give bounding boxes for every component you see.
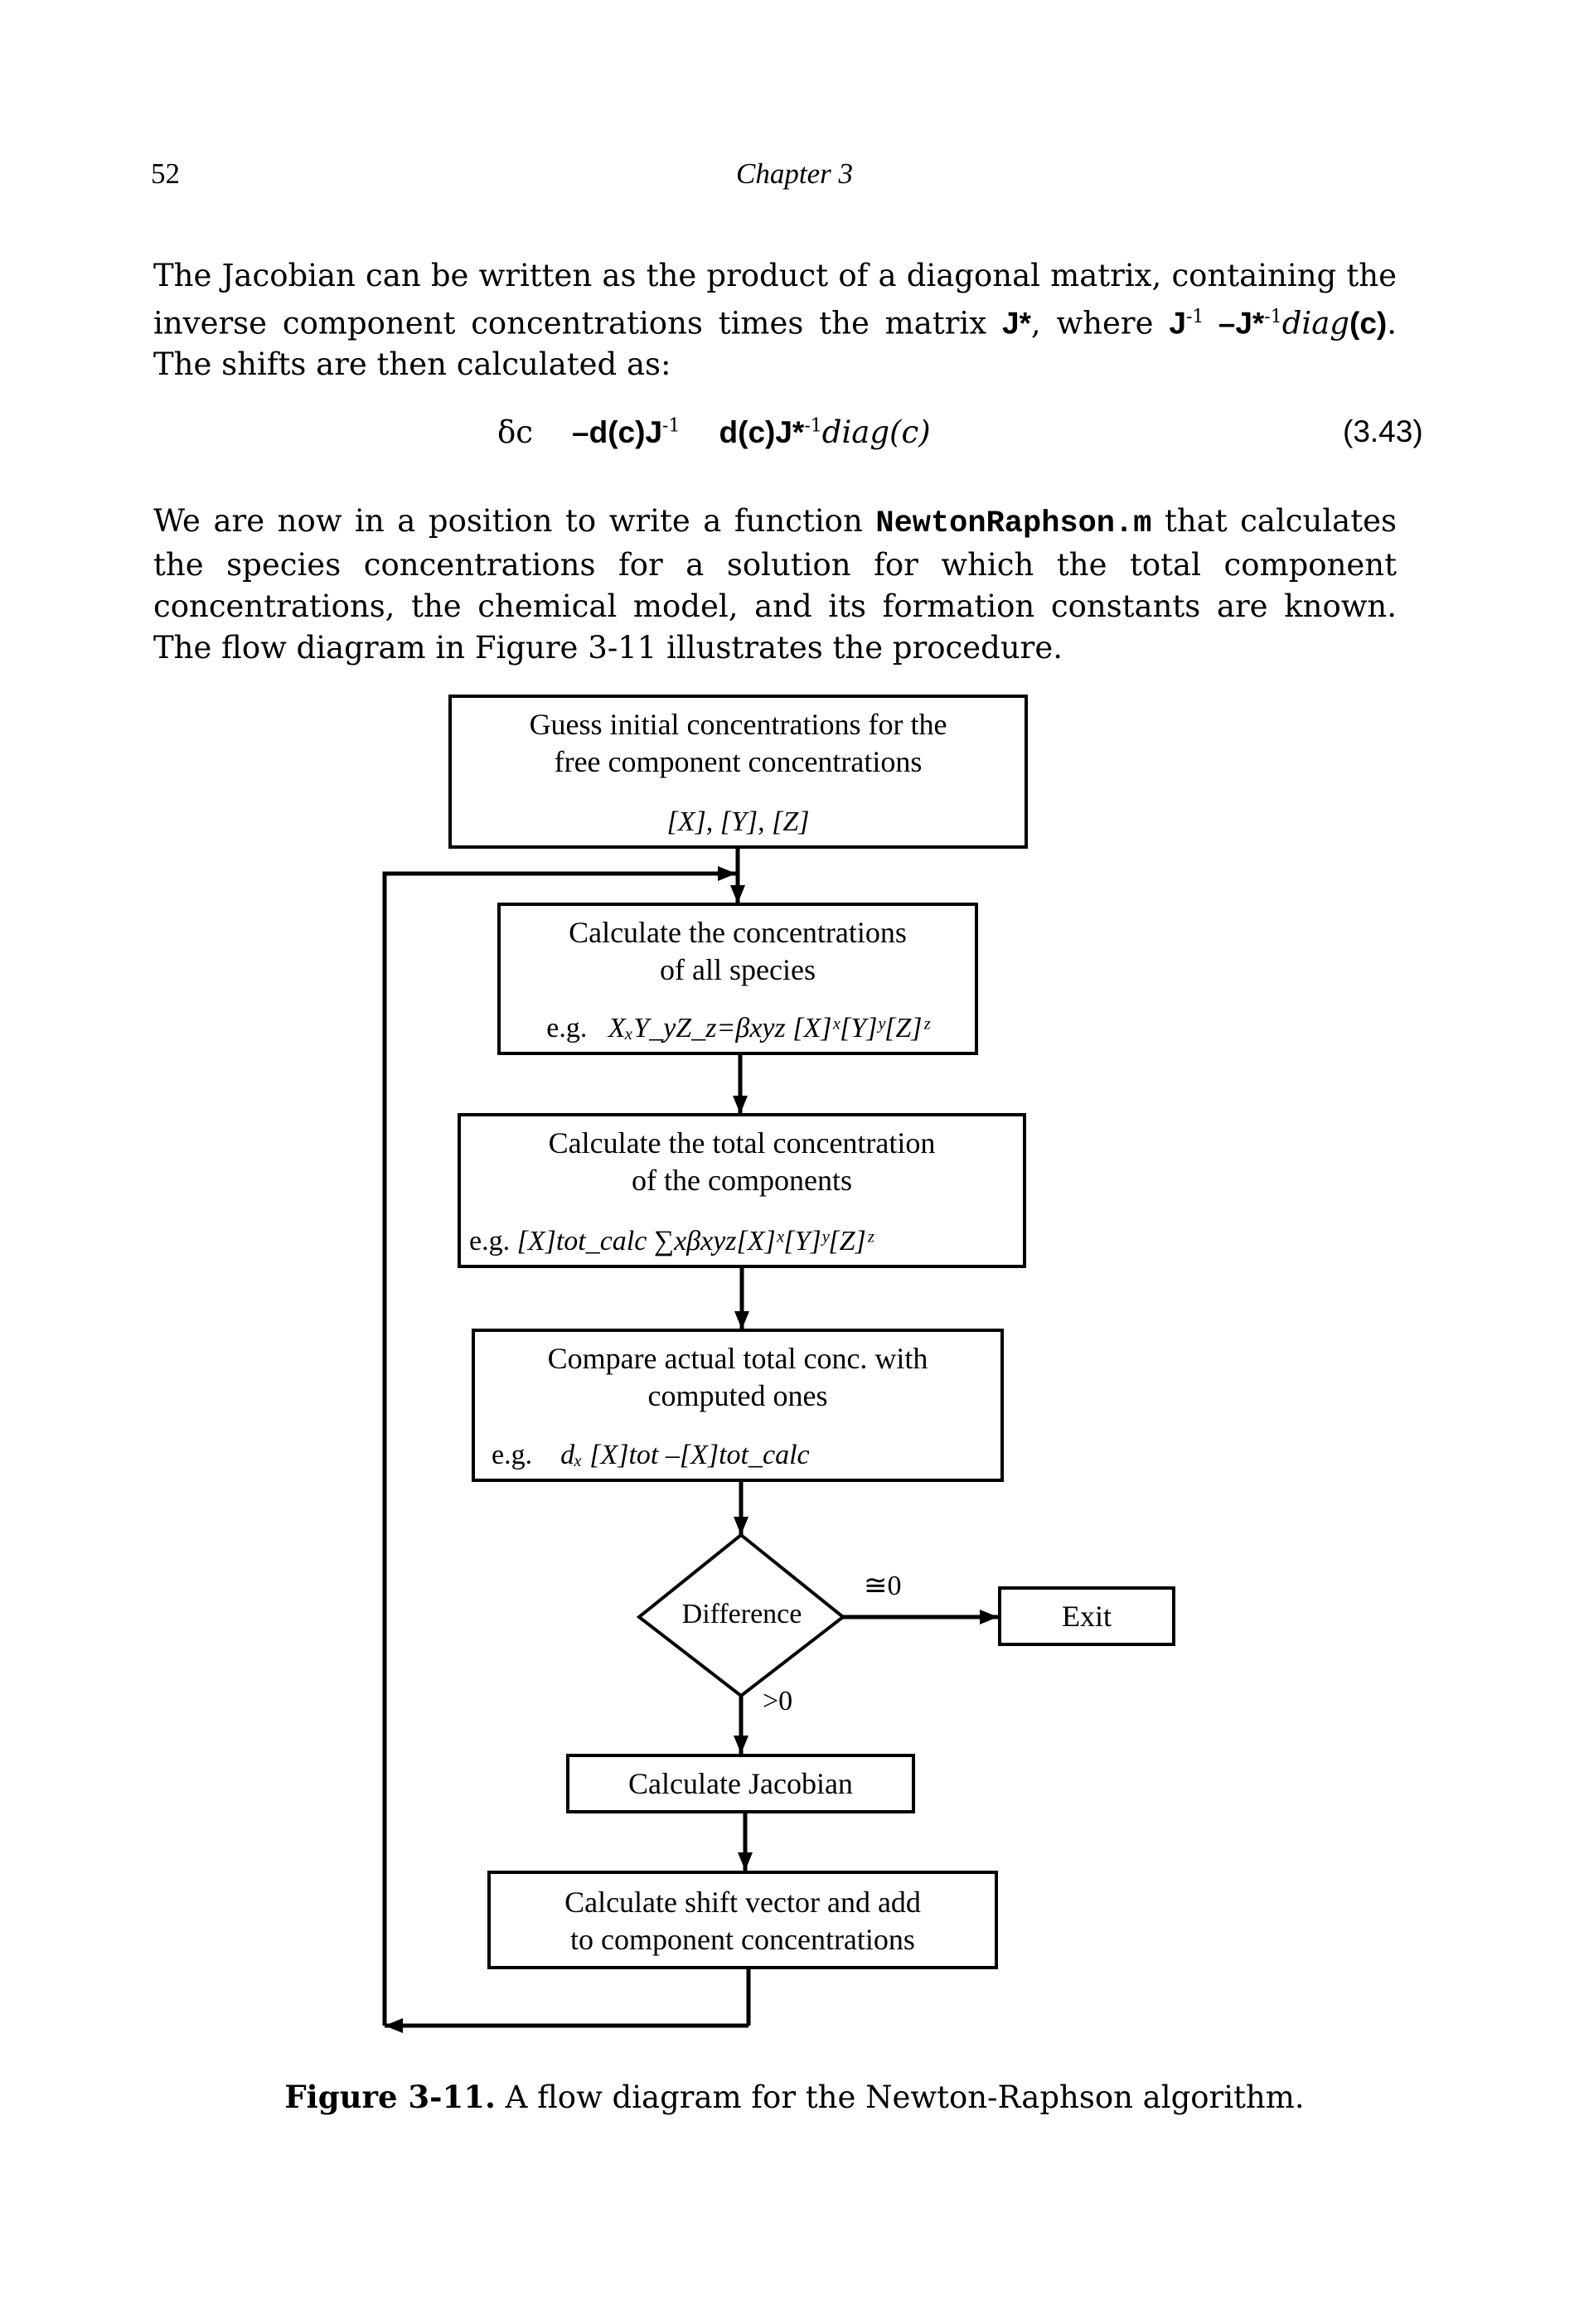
branch-exit-label: ≅0 xyxy=(864,1571,902,1601)
compare-example: e.g. dₓ [X]tot –[X]tot_calc xyxy=(475,1436,1000,1474)
decision-label: Difference xyxy=(681,1599,802,1629)
guess-line1: Guess initial concentrations for the xyxy=(529,708,947,741)
total-formula: [X]tot_calc ∑xβxyz[X]ˣ[Y]ʸ[Z]ᶻ xyxy=(516,1226,873,1256)
step-calc-species: Calculate the concentrations of all spec… xyxy=(497,903,978,1055)
compare-line2: computed ones xyxy=(647,1379,828,1412)
shift-line2: to component concentrations xyxy=(570,1923,915,1956)
total-example: e.g. [X]tot_calc ∑xβxyz[X]ˣ[Y]ʸ[Z]ᶻ xyxy=(461,1223,1023,1260)
step-shift-vector: Calculate shift vector and add to compon… xyxy=(487,1871,998,1969)
figure-caption: Figure 3-11. A flow diagram for the Newt… xyxy=(0,2079,1589,2115)
species-example: e.g. XₓY_yZ_z=βxyz [X]ˣ[Y]ʸ[Z]ᶻ xyxy=(501,1009,975,1047)
guess-example-text: [X], [Y], [Z] xyxy=(666,806,810,837)
branch-continue-label: >0 xyxy=(763,1686,793,1716)
total-line2: of the components xyxy=(632,1164,852,1197)
species-line1: Calculate the concentrations xyxy=(569,916,907,949)
caption-label: Figure 3-11. xyxy=(284,2079,496,2115)
caption-text: A flow diagram for the Newton-Raphson al… xyxy=(495,2079,1305,2115)
species-eg: e.g. xyxy=(546,1013,588,1043)
exit-label: Exit xyxy=(1062,1600,1112,1633)
shift-line1: Calculate shift vector and add xyxy=(564,1886,921,1919)
total-line1: Calculate the total concentration xyxy=(548,1126,936,1160)
step-guess-initial: Guess initial concentrations for the fre… xyxy=(448,695,1028,849)
total-eg: e.g. xyxy=(469,1226,511,1256)
compare-formula: dₓ [X]tot –[X]tot_calc xyxy=(560,1440,810,1470)
guess-line2: free component concentrations xyxy=(554,745,923,778)
jacobian-label: Calculate Jacobian xyxy=(628,1767,853,1800)
compare-eg: e.g. xyxy=(492,1440,533,1470)
step-exit: Exit xyxy=(998,1586,1175,1646)
guess-example: [X], [Y], [Z] xyxy=(452,803,1025,840)
species-line2: of all species xyxy=(660,953,816,986)
species-formula: XₓY_yZ_z=βxyz [X]ˣ[Y]ʸ[Z]ᶻ xyxy=(608,1013,929,1043)
step-compare: Compare actual total conc. with computed… xyxy=(472,1329,1004,1482)
step-calc-jacobian: Calculate Jacobian xyxy=(566,1754,915,1813)
compare-line1: Compare actual total conc. with xyxy=(547,1342,928,1375)
step-calc-total: Calculate the total concentration of the… xyxy=(458,1113,1026,1268)
